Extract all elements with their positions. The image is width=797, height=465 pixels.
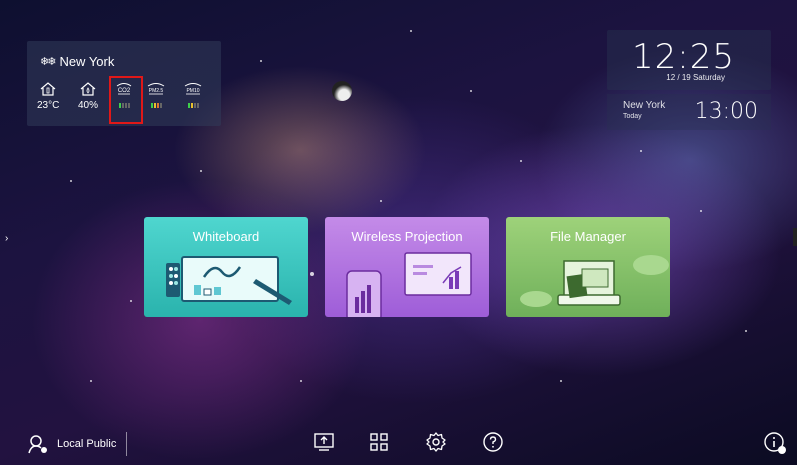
right-edge-handle[interactable] [793,228,797,246]
app-tile-wireless-projection[interactable]: Wireless Projection [325,217,489,317]
clock-widget[interactable]: 12:25 12 / 19 Saturday [607,30,771,90]
pm25-level-bars [146,103,166,108]
user-settings-icon [28,435,47,454]
side-panel-chevron-icon[interactable]: › [5,233,8,244]
app-tile-whiteboard[interactable]: Whiteboard [144,217,308,317]
humidity-item: 40% [78,81,98,111]
indoor-temperature-icon [37,81,59,97]
moon-planet [332,81,352,101]
help-icon[interactable] [482,431,504,453]
wireless-projection-illustration-icon [346,252,472,317]
clock-time: 12:25 [632,37,735,77]
temperature-item: 23°C [37,81,59,111]
pm25-icon: PM2.5 [146,81,166,97]
svg-text:PM10: PM10 [186,88,199,94]
app-tile-file-manager[interactable]: File Manager [506,217,670,317]
user-label: Local Public [57,438,117,450]
pm10-level-bars [183,103,203,108]
pm10-icon: PM10 [183,81,203,97]
svg-text:PM2.5: PM2.5 [149,88,164,94]
clock-date: 12 / 19 Saturday [666,73,725,82]
whiteboard-illustration-icon [166,256,292,305]
screen-share-icon[interactable] [313,431,335,453]
user-account[interactable]: Local Public [27,434,116,454]
world-clock-time: 13:00 [694,99,758,124]
snow-icon: ❄❄ [40,56,57,68]
file-manager-illustration-icon [520,255,669,307]
pm10-item: PM10 [183,81,203,108]
indoor-humidity-icon [78,81,98,97]
world-clock-city: New York [623,100,666,111]
world-clock-day: Today [623,113,642,120]
bottom-bar-divider [126,432,127,456]
system-info-icon[interactable] [763,431,787,455]
settings-gear-icon[interactable] [425,431,447,453]
weather-widget[interactable]: ❄❄ New York 23°C 40% CO2 PM2.5 PM10 [27,41,221,126]
pm25-item: PM2.5 [146,81,166,108]
world-clock[interactable]: New York Today 13:00 [607,94,771,130]
co2-highlight-box [109,76,143,124]
weather-city: ❄❄ New York [40,54,115,69]
app-grid-icon[interactable] [368,431,390,453]
